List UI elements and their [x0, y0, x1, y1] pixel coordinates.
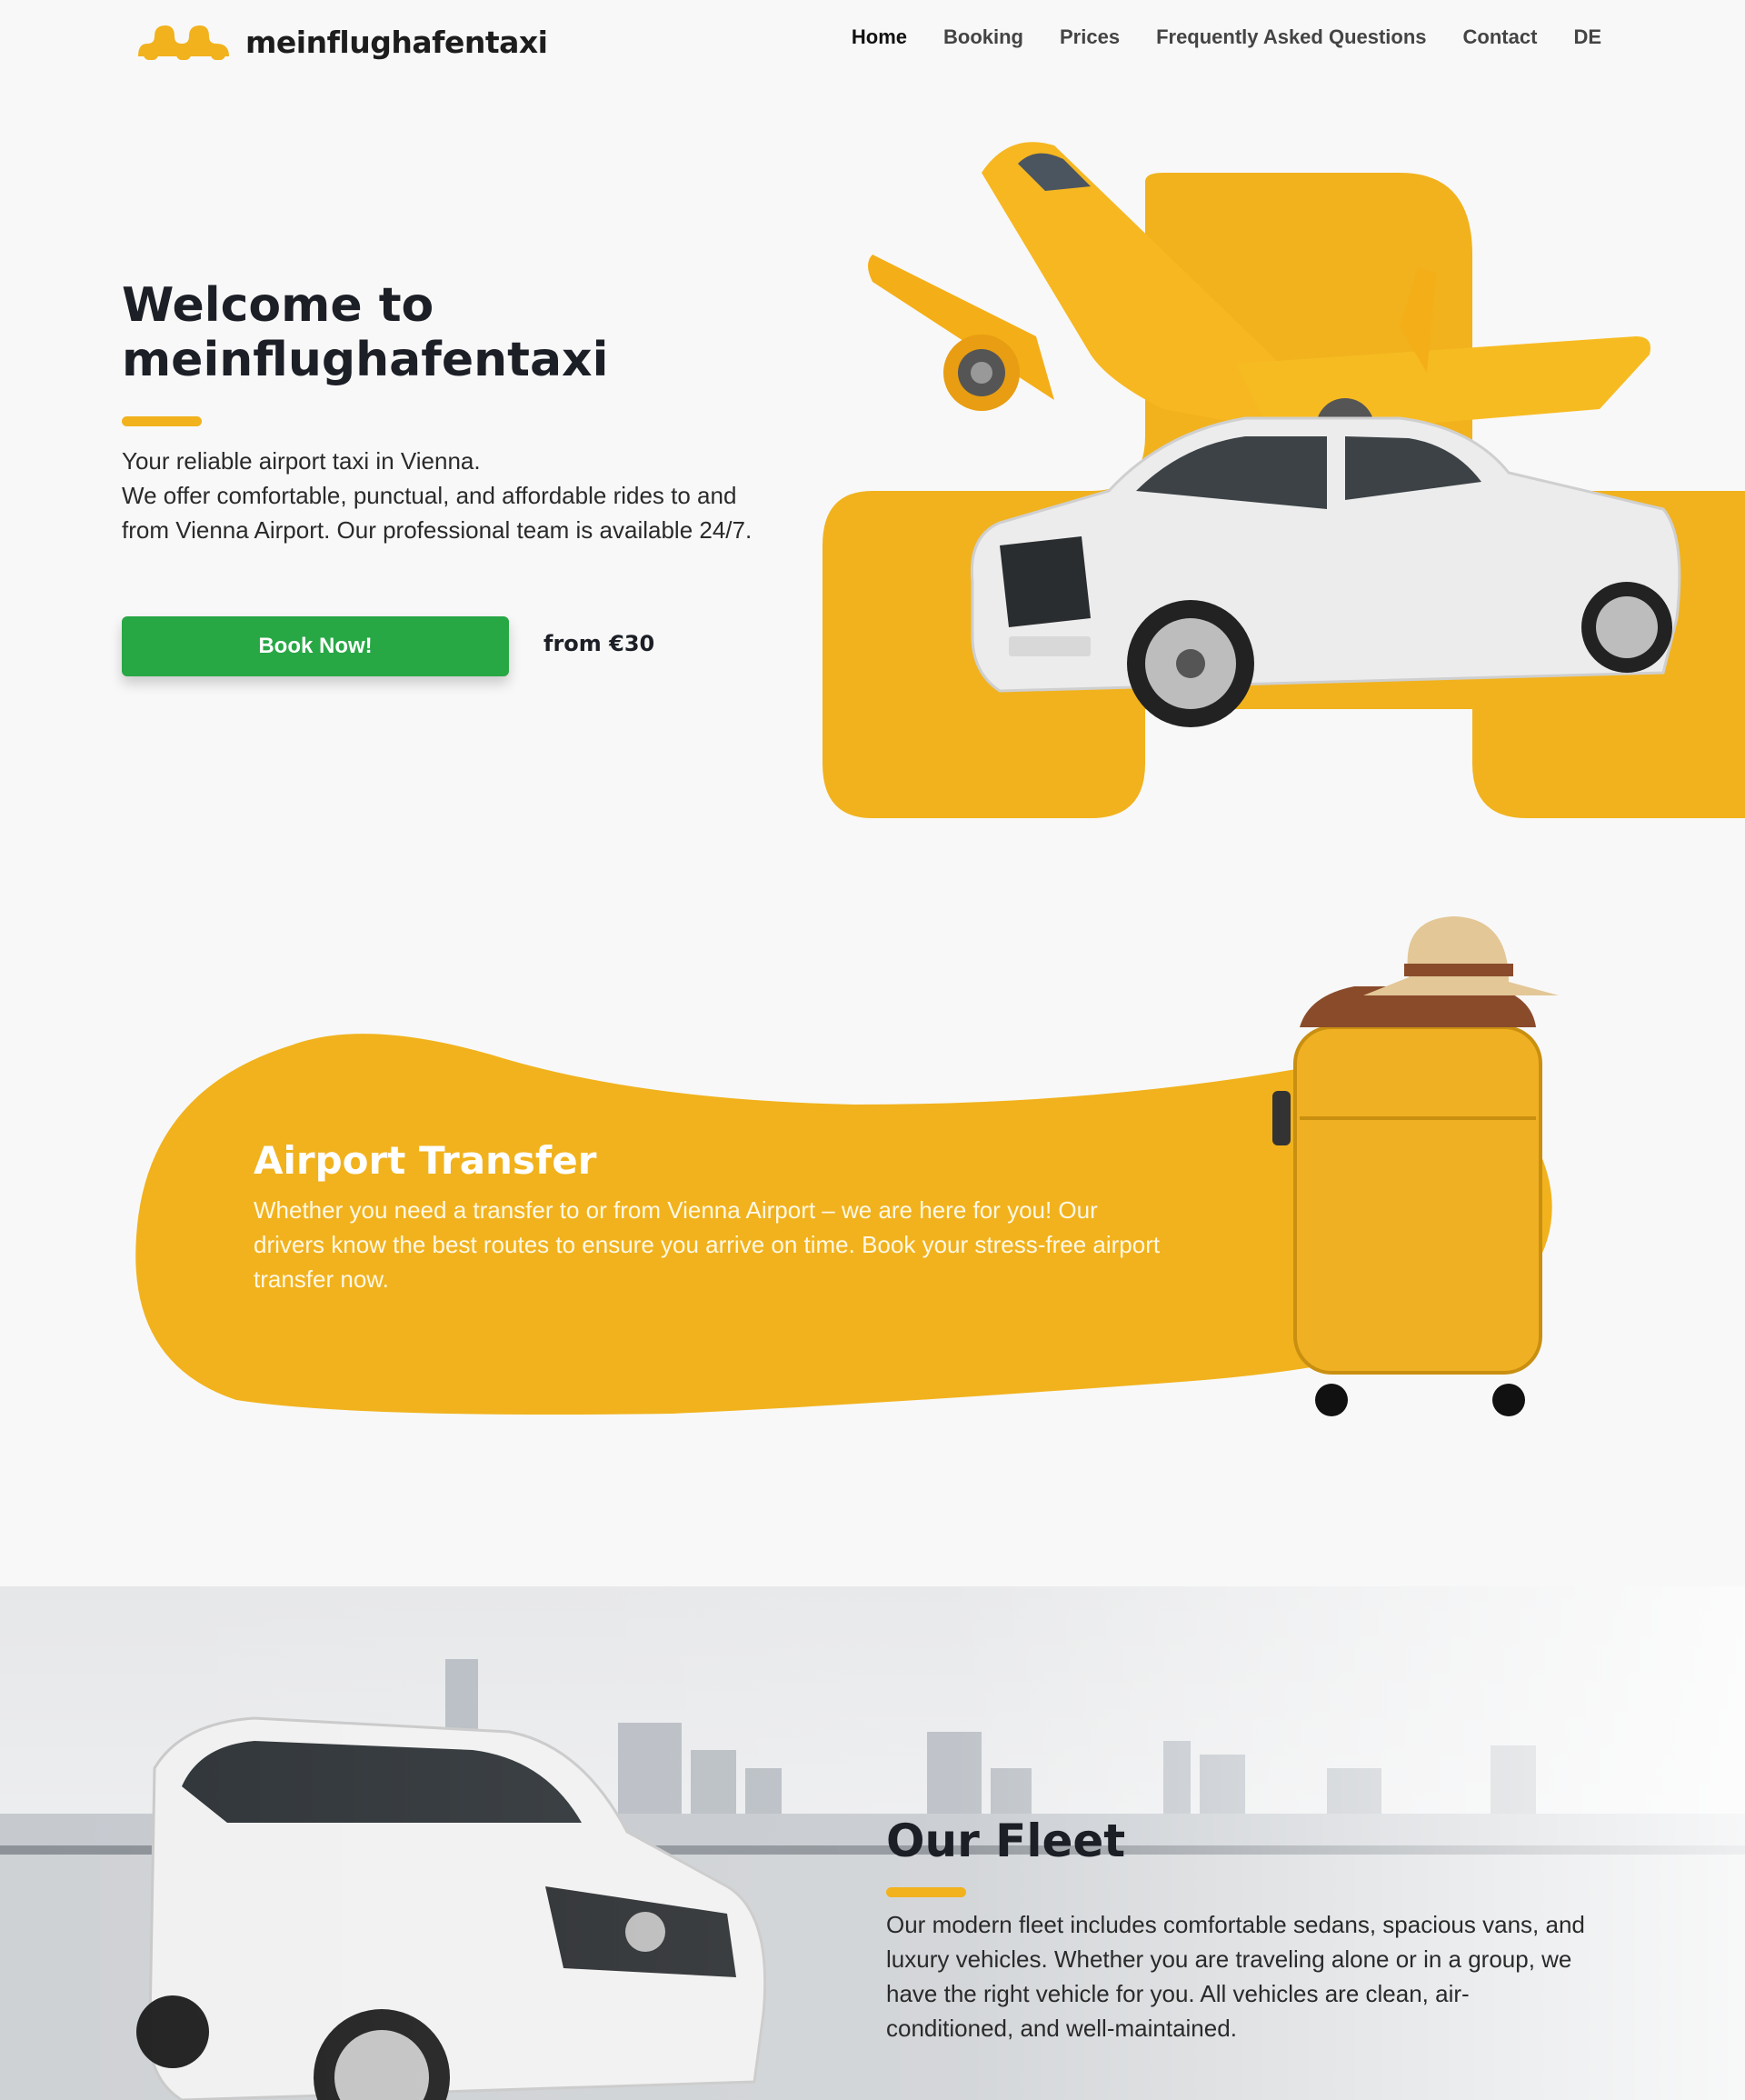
hero-illustration — [823, 142, 1745, 818]
transfer-description: Whether you need a transfer to or from V… — [254, 1196, 1161, 1293]
transfer-title: Airport Transfer — [254, 1138, 597, 1183]
nav-booking[interactable]: Booking — [943, 25, 1023, 49]
hero-title: Welcome to meinflughafentaxi — [122, 278, 609, 387]
brand-logo[interactable]: meinflughafentaxi — [135, 20, 548, 64]
fleet-description: Our modern fleet includes comfortable se… — [886, 1911, 1585, 2042]
fleet-title: Our Fleet — [886, 1815, 1126, 1867]
hero-tagline: Your reliable airport taxi in Vienna. — [122, 447, 481, 475]
top-navigation: meinflughafentaxi Home Booking Prices Fr… — [0, 0, 1745, 87]
hero-accent-bar — [122, 416, 202, 426]
nav-home[interactable]: Home — [852, 25, 907, 49]
taxi-logo-icon — [138, 25, 229, 60]
language-switch-de[interactable]: DE — [1573, 25, 1601, 49]
fleet-accent-bar — [886, 1887, 966, 1897]
suitcase-image — [1272, 916, 1559, 1416]
nav-contact[interactable]: Contact — [1463, 25, 1538, 49]
main-menu: Home Booking Prices Frequently Asked Que… — [852, 25, 1601, 49]
hero-description: Your reliable airport taxi in Vienna. We… — [122, 444, 776, 547]
hero-body: We offer comfortable, punctual, and affo… — [122, 482, 753, 544]
book-now-button[interactable]: Book Now! — [122, 616, 509, 676]
nav-faq[interactable]: Frequently Asked Questions — [1156, 25, 1426, 49]
price-from-label: from €30 — [543, 631, 655, 656]
nav-prices[interactable]: Prices — [1060, 25, 1120, 49]
brand-name: meinflughafentaxi — [245, 24, 548, 60]
